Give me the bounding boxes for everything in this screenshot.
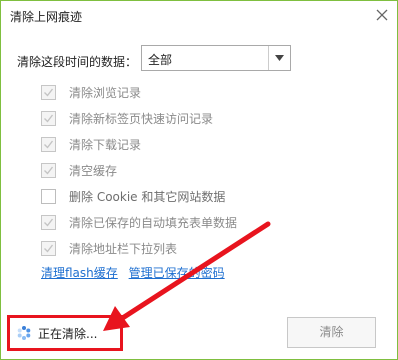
triangle-down-icon: [275, 55, 284, 61]
checkbox-clear-history: [41, 84, 56, 100]
option-clear-cache: 清空缓存: [41, 157, 237, 183]
clear-options-list: 清除浏览记录 清除新标签页快速访问记录 清除下载记录 清空缓存 删除 Cooki…: [41, 79, 237, 261]
checkbox-clear-cache: [41, 162, 56, 178]
clear-history-dialog: 清除上网痕迹 清除这段时间的数据： 全部 清除浏览记录 清除新标签页快速访问记录: [0, 0, 398, 360]
option-clear-downloads: 清除下载记录: [41, 131, 237, 157]
option-label: 清除下载记录: [69, 137, 142, 152]
manage-passwords-link[interactable]: 管理已保存的密码: [129, 266, 225, 280]
clearing-status: 正在清除...: [7, 315, 123, 351]
close-icon: [376, 9, 388, 21]
close-button[interactable]: [371, 4, 393, 26]
checkbox-clear-downloads: [41, 136, 56, 152]
checkmark-icon: [44, 140, 54, 149]
clear-button[interactable]: 清除: [287, 317, 376, 348]
spinner-icon: [17, 326, 31, 340]
checkbox-delete-cookies[interactable]: [41, 188, 56, 204]
clear-flash-cache-link[interactable]: 清理flash缓存: [41, 266, 118, 280]
option-clear-autofill: 清除已保存的自动填充表单数据: [41, 209, 237, 235]
checkmark-icon: [44, 166, 54, 175]
option-label: 清除已保存的自动填充表单数据: [69, 215, 238, 230]
time-range-select[interactable]: 全部: [141, 45, 291, 71]
option-label: 删除 Cookie 和其它网站数据: [69, 189, 226, 204]
status-text: 正在清除...: [38, 326, 98, 341]
option-label: 清除浏览记录: [69, 85, 142, 100]
option-label: 清除新标签页快速访问记录: [69, 111, 214, 126]
checkmark-icon: [44, 244, 54, 253]
checkmark-icon: [44, 88, 54, 97]
option-clear-newtab-records: 清除新标签页快速访问记录: [41, 105, 237, 131]
option-label: 清除地址栏下拉列表: [69, 241, 178, 256]
time-range-value: 全部: [148, 53, 173, 67]
time-range-label: 清除这段时间的数据：: [17, 55, 138, 69]
option-clear-address-bar: 清除地址栏下拉列表: [41, 235, 237, 261]
checkmark-icon: [44, 114, 54, 123]
dropdown-button[interactable]: [268, 46, 290, 70]
option-delete-cookies[interactable]: 删除 Cookie 和其它网站数据: [41, 183, 237, 209]
checkmark-icon: [44, 218, 54, 227]
option-clear-history: 清除浏览记录: [41, 79, 237, 105]
checkbox-clear-autofill: [41, 214, 56, 230]
option-label: 清空缓存: [69, 163, 118, 178]
checkbox-clear-address-bar: [41, 240, 56, 256]
dialog-title: 清除上网痕迹: [10, 10, 83, 24]
checkbox-clear-newtab-records: [41, 110, 56, 126]
links-row: 清理flash缓存 管理已保存的密码: [41, 264, 232, 281]
